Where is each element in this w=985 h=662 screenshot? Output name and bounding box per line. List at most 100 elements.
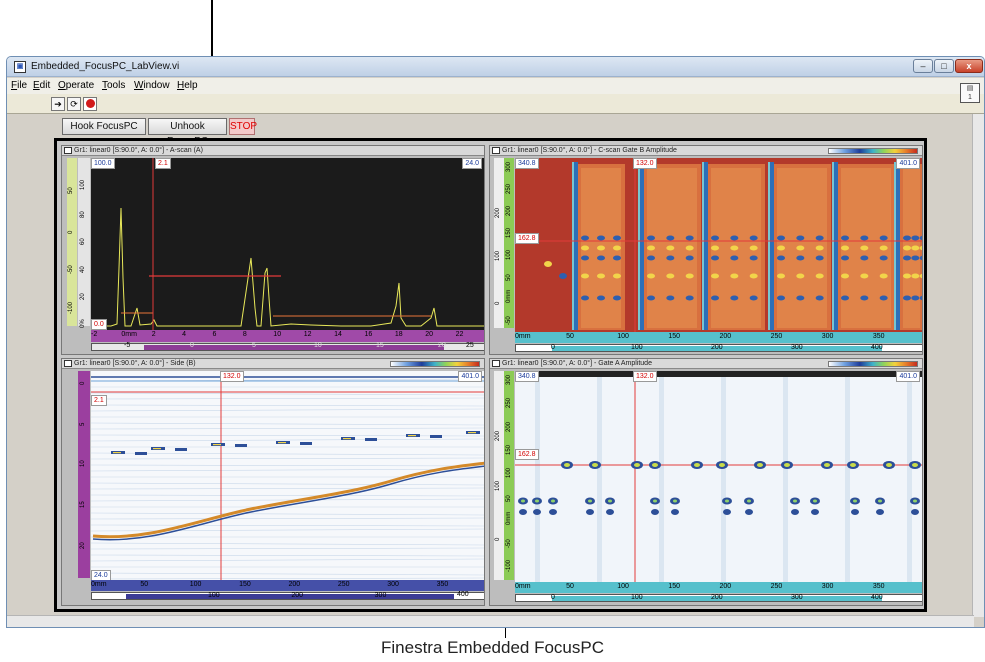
gatea-slider-mark: 0	[551, 594, 555, 601]
vertical-scrollbar[interactable]	[972, 114, 984, 617]
cscan-indication	[666, 295, 675, 301]
menu-edit[interactable]: Edit	[33, 80, 50, 91]
gatea-column-texture	[907, 371, 912, 582]
cscan-plot	[515, 158, 922, 332]
abort-button[interactable]	[83, 97, 97, 111]
ascan-htick-label: 20	[425, 331, 434, 338]
gatea-title-text: Gr1: linear0 [S:90.0°, A: 0.0°] - Gate A…	[502, 360, 652, 367]
side-color-palette	[390, 361, 480, 367]
ascan-slider-fill[interactable]	[144, 345, 444, 350]
ascan-slider-mark: 0	[190, 342, 194, 349]
gatea-top-band	[515, 371, 922, 377]
window-title: Embedded_FocusPC_LabView.vi	[31, 61, 180, 72]
gatea-indication	[651, 509, 659, 515]
cscan-slider-mark: 400	[871, 344, 883, 351]
side-defect-indication	[135, 452, 147, 455]
cscan-indication	[879, 255, 888, 261]
cscan-indication	[685, 235, 694, 241]
gatea-indication	[791, 509, 799, 515]
cscan-indication	[647, 295, 655, 301]
cscan-indication	[911, 235, 920, 241]
cscan-indication	[749, 235, 758, 241]
side-htick-label: 300	[387, 581, 399, 588]
gatea-indication-core	[747, 499, 751, 503]
ascan-vtick-label: 50	[68, 187, 74, 194]
horizontal-scrollbar[interactable]	[7, 615, 974, 627]
side-noise-texture	[91, 542, 484, 546]
gatea-vtick-label: 300	[506, 374, 512, 385]
side-vtick-label: 20	[80, 542, 86, 549]
side-noise-texture	[91, 427, 484, 430]
menu-operate[interactable]: Operate	[58, 80, 94, 91]
side-noise-texture	[91, 547, 484, 550]
gatea-indication-core	[535, 499, 539, 503]
side-slider-mark: 300	[374, 592, 387, 599]
run-button[interactable]: ➔	[51, 97, 65, 111]
ascan-slider-left: -5	[124, 342, 131, 349]
menu-help[interactable]: Help	[177, 80, 198, 91]
stop-button[interactable]: STOP	[229, 118, 257, 135]
cscan-htick-label: 50	[566, 333, 574, 340]
unhook-focuspc-button[interactable]: Unhook FocusPC	[148, 118, 227, 147]
side-vtick-label: 0	[80, 381, 86, 385]
ascan-range-slider[interactable]	[91, 343, 484, 351]
cscan-indication	[860, 245, 869, 251]
gatea-indication-core	[634, 463, 640, 467]
side-depth-value: 2.1	[91, 395, 107, 406]
cscan-indication	[613, 295, 621, 301]
cscan-indication	[860, 295, 869, 301]
side-defect-core	[408, 435, 416, 437]
menu-tools[interactable]: Tools	[102, 80, 125, 91]
gatea-htick-label: 350	[872, 583, 885, 590]
cscan-indication	[841, 255, 849, 261]
cscan-htick-label: 350	[872, 333, 885, 340]
vi-connector-icon: ▤ 1	[960, 83, 980, 103]
ascan-htick-label: 8	[242, 331, 247, 338]
menu-window[interactable]: Window	[134, 80, 170, 91]
ascan-title-text: Gr1: linear0 [S:90.0°, A: 0.0°] - A-scan…	[74, 147, 203, 154]
side-noise-texture	[91, 408, 484, 412]
side-slider-fill[interactable]	[126, 594, 454, 599]
gatea-htick-label: 150	[668, 583, 681, 590]
maximize-button[interactable]: □	[934, 59, 954, 73]
title-bar[interactable]: ▣ Embedded_FocusPC_LabView.vi – □ x	[7, 57, 984, 77]
ascan-panel: Gr1: linear0 [S:90.0°, A: 0.0°] - A-scan…	[61, 145, 485, 355]
cscan-indication	[879, 273, 888, 279]
side-defect-core	[343, 438, 351, 440]
minimize-button[interactable]: –	[913, 59, 933, 73]
cscan-indication	[597, 245, 605, 251]
side-plot	[91, 371, 484, 580]
cscan-indication	[777, 255, 785, 261]
gatea-indication-core	[652, 463, 658, 467]
gatea-vtick-label: 0mm	[506, 511, 512, 525]
side-noise-texture	[91, 528, 484, 532]
gatea-indication	[606, 509, 614, 515]
cscan-indication	[685, 245, 694, 251]
gatea-htick-label: 50	[566, 583, 574, 590]
ascan-vtick-label: -50	[68, 265, 74, 274]
gatea-indication-core	[913, 499, 917, 503]
ascan-signal-trace	[91, 207, 484, 327]
cscan-vtick-label: 200	[506, 205, 512, 216]
hook-focuspc-button[interactable]: Hook FocusPC	[62, 118, 146, 135]
gatea-htick-label: 250	[770, 583, 783, 590]
cscan-indication	[730, 235, 739, 241]
cscan-indication	[841, 295, 849, 301]
side-range-slider[interactable]	[91, 592, 484, 600]
gatea-vtick2-label: 0	[495, 537, 501, 541]
cscan-cursor-value: 132.0	[633, 158, 657, 169]
cscan-indication	[711, 273, 719, 279]
ascan-slider-mark: 20	[438, 342, 446, 349]
run-continuous-button[interactable]: ⟳	[67, 97, 81, 111]
close-button[interactable]: x	[955, 59, 983, 73]
side-defect-core	[468, 432, 476, 434]
cscan-indication	[911, 245, 920, 251]
ascan-vtick-label: -100	[68, 301, 74, 314]
gatea-panel: Gr1: linear0 [S:90.0°, A: 0.0°] - Gate A…	[489, 358, 923, 606]
menu-file[interactable]: File	[11, 80, 27, 91]
side-noise-texture	[91, 577, 484, 580]
cscan-indication	[711, 245, 719, 251]
side-noise-texture	[91, 404, 484, 407]
cscan-indication	[749, 245, 758, 251]
side-noise-texture	[91, 572, 484, 576]
